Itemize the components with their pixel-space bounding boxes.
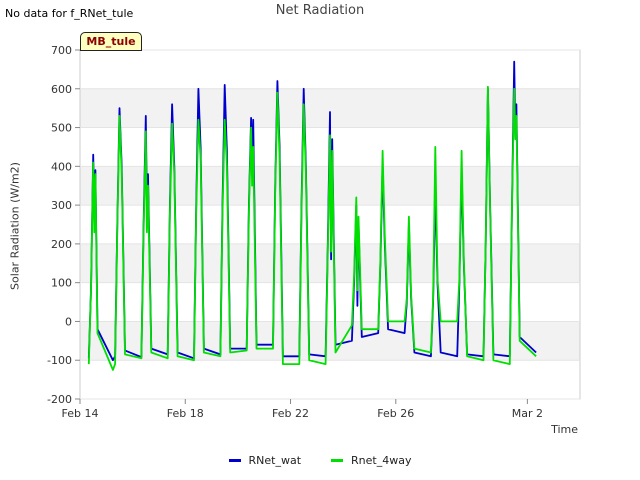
- y-tick-label: -200: [47, 393, 72, 406]
- legend-swatch-rnet-4way: [331, 459, 344, 462]
- legend-item-rnet-4way: Rnet_4way: [331, 454, 411, 467]
- legend: RNet_wat Rnet_4way: [0, 454, 640, 467]
- y-tick-label: 700: [51, 44, 72, 57]
- legend-swatch-rnet-wat: [228, 459, 241, 462]
- y-tick-label: 0: [65, 315, 72, 328]
- y-axis-label: Solar Radiation (W/m2): [8, 162, 22, 290]
- y-tick-label: -100: [47, 354, 72, 367]
- legend-label-rnet-wat: RNet_wat: [248, 454, 302, 467]
- legend-label-rnet-4way: Rnet_4way: [351, 454, 412, 467]
- x-tick-label: Mar 2: [512, 407, 543, 420]
- y-tick-label: 100: [51, 277, 72, 290]
- station-tag: MB_tule: [80, 32, 142, 51]
- x-tick-label: Feb 18: [167, 407, 204, 420]
- chart-title: Net Radiation: [275, 3, 365, 18]
- legend-item-rnet-wat: RNet_wat: [228, 454, 302, 467]
- x-tick-label: Feb 22: [272, 407, 309, 420]
- x-axis-label: Time: [551, 423, 578, 436]
- grid-band: [80, 243, 580, 283]
- x-tick-label: Feb 26: [377, 407, 414, 420]
- net-radiation-chart: -200-1000100200300400500600700 Feb 14 Feb…: [47, 44, 581, 420]
- x-tick-label: Feb 14: [62, 407, 99, 420]
- y-tick-label: 500: [51, 122, 72, 135]
- y-tick-label: 300: [51, 199, 72, 212]
- x-axis: Feb 14 Feb 18 Feb 22 Feb 26 Mar 2: [62, 399, 543, 420]
- y-tick-label: 200: [51, 238, 72, 251]
- y-tick-label: 400: [51, 160, 72, 173]
- y-tick-label: 600: [51, 83, 72, 96]
